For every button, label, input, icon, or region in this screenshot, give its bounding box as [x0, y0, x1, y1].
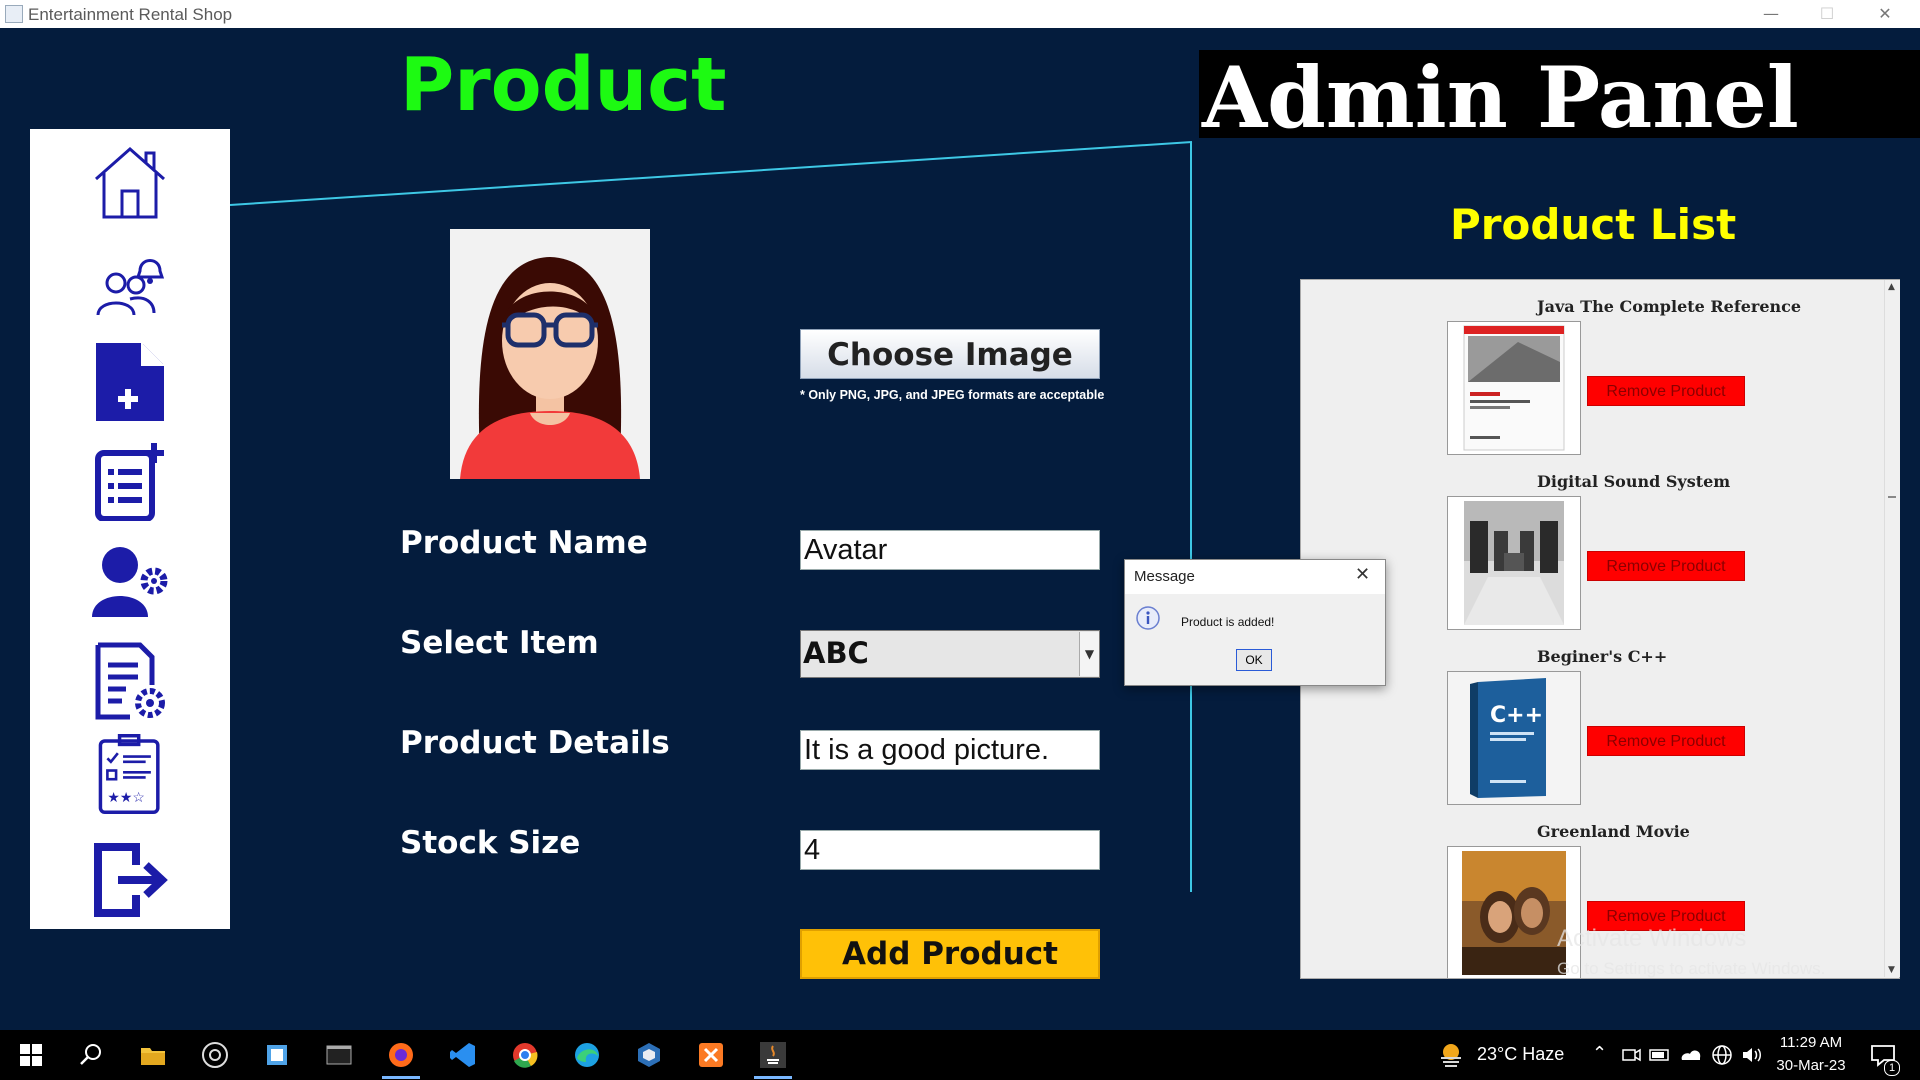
product-thumbnail: C++ — [1447, 671, 1581, 805]
remove-product-button[interactable]: Remove Product — [1587, 726, 1745, 756]
meet-now-icon[interactable] — [1620, 1040, 1642, 1070]
add-product-button[interactable]: Add Product — [800, 929, 1100, 979]
language-globe-icon[interactable] — [1710, 1040, 1734, 1070]
product-thumbnail — [1447, 321, 1581, 455]
avatar-illustration — [460, 257, 640, 479]
weather-haze-icon[interactable] — [1436, 1040, 1466, 1070]
terminal-icon[interactable] — [324, 1040, 354, 1070]
scroll-down-icon[interactable]: ▼ — [1888, 965, 1895, 975]
product-item-title: Java The Complete Reference — [1537, 297, 1802, 316]
firefox-icon[interactable] — [386, 1040, 416, 1070]
product-name-label: Product Name — [400, 525, 648, 561]
clock-time[interactable]: 11:29 AM — [1776, 1034, 1846, 1051]
obs-icon[interactable] — [200, 1040, 230, 1070]
image-format-note: * Only PNG, JPG, and JPEG formats are ac… — [800, 388, 1105, 402]
product-item-title: Digital Sound System — [1537, 472, 1731, 491]
scroll-up-icon[interactable]: ▲ — [1888, 282, 1895, 292]
users-bell-icon[interactable] — [90, 241, 170, 321]
add-file-icon[interactable] — [90, 341, 170, 421]
choose-image-button[interactable]: Choose Image — [800, 329, 1100, 379]
xampp-icon[interactable] — [696, 1040, 726, 1070]
chrome-icon[interactable] — [510, 1040, 540, 1070]
book-cover-java — [1463, 325, 1565, 451]
message-dialog: Message ✕ Product is added! OK — [1124, 559, 1386, 686]
product-image-preview — [450, 229, 650, 479]
ok-button[interactable]: OK — [1236, 649, 1272, 671]
remove-product-button[interactable]: Remove Product — [1587, 551, 1745, 581]
clock-date[interactable]: 30-Mar-23 — [1776, 1057, 1846, 1074]
battery-icon[interactable] — [1648, 1040, 1672, 1070]
book-cover-cpp: C++ — [1448, 672, 1580, 804]
scroll-thumb-grip[interactable] — [1888, 496, 1896, 498]
product-thumbnail — [1447, 496, 1581, 630]
onedrive-icon[interactable] — [1678, 1040, 1704, 1070]
select-item-value: ABC — [803, 636, 869, 670]
product-item-title: Beginer's C++ — [1537, 647, 1668, 666]
stock-size-label: Stock Size — [400, 825, 581, 861]
select-item-label: Select Item — [400, 625, 599, 661]
taskbar-active-indicator — [754, 1076, 792, 1079]
search-icon[interactable] — [76, 1040, 106, 1070]
remove-product-button[interactable]: Remove Product — [1587, 376, 1745, 406]
java-icon[interactable] — [758, 1040, 788, 1070]
user-settings-icon[interactable] — [90, 541, 170, 621]
product-details-input[interactable]: It is a good picture. — [800, 730, 1100, 770]
volume-icon[interactable] — [1740, 1040, 1764, 1070]
taskbar-active-indicator — [382, 1076, 420, 1079]
sound-system-image — [1464, 501, 1564, 625]
logout-icon[interactable] — [90, 839, 170, 919]
edge-icon[interactable] — [572, 1040, 602, 1070]
info-icon — [1136, 606, 1160, 630]
product-list-title: Product List — [1450, 200, 1737, 249]
virtualbox-icon[interactable] — [634, 1040, 664, 1070]
dialog-message: Product is added! — [1181, 615, 1275, 629]
add-list-icon[interactable] — [90, 441, 170, 521]
notepad-icon[interactable] — [262, 1040, 292, 1070]
sidebar: ★★☆ — [30, 129, 230, 929]
vscode-icon[interactable] — [448, 1040, 478, 1070]
home-icon[interactable] — [90, 141, 170, 221]
stock-size-input[interactable]: 4 — [800, 830, 1100, 870]
product-list-scrollbar[interactable]: ▲ ▼ — [1884, 280, 1900, 977]
product-name-input[interactable]: Avatar — [800, 530, 1100, 570]
product-details-label: Product Details — [400, 725, 670, 761]
file-explorer-icon[interactable] — [138, 1040, 168, 1070]
weather-text[interactable]: 23°C Haze — [1477, 1044, 1564, 1065]
activate-windows-hint: Go to Settings to activate Windows. — [1557, 959, 1826, 978]
svg-text:C++: C++ — [1490, 703, 1543, 728]
notification-count-badge: 1 — [1884, 1060, 1900, 1076]
product-list-panel: Java The Complete Reference Remove Produ… — [1300, 279, 1900, 979]
chevron-up-icon[interactable]: ⌃ — [1592, 1043, 1607, 1064]
windows-start-icon[interactable] — [16, 1040, 46, 1070]
product-item-title: Greenland Movie — [1537, 822, 1690, 841]
dialog-title: Message — [1134, 568, 1195, 585]
checklist-rating-icon[interactable]: ★★☆ — [90, 734, 170, 814]
chevron-down-icon[interactable]: ▼ — [1079, 632, 1099, 676]
document-settings-icon[interactable] — [90, 641, 170, 721]
activate-windows-watermark: Activate Windows — [1557, 925, 1747, 952]
dialog-close-icon[interactable]: ✕ — [1355, 564, 1370, 585]
svg-text:★★☆: ★★☆ — [107, 790, 144, 806]
